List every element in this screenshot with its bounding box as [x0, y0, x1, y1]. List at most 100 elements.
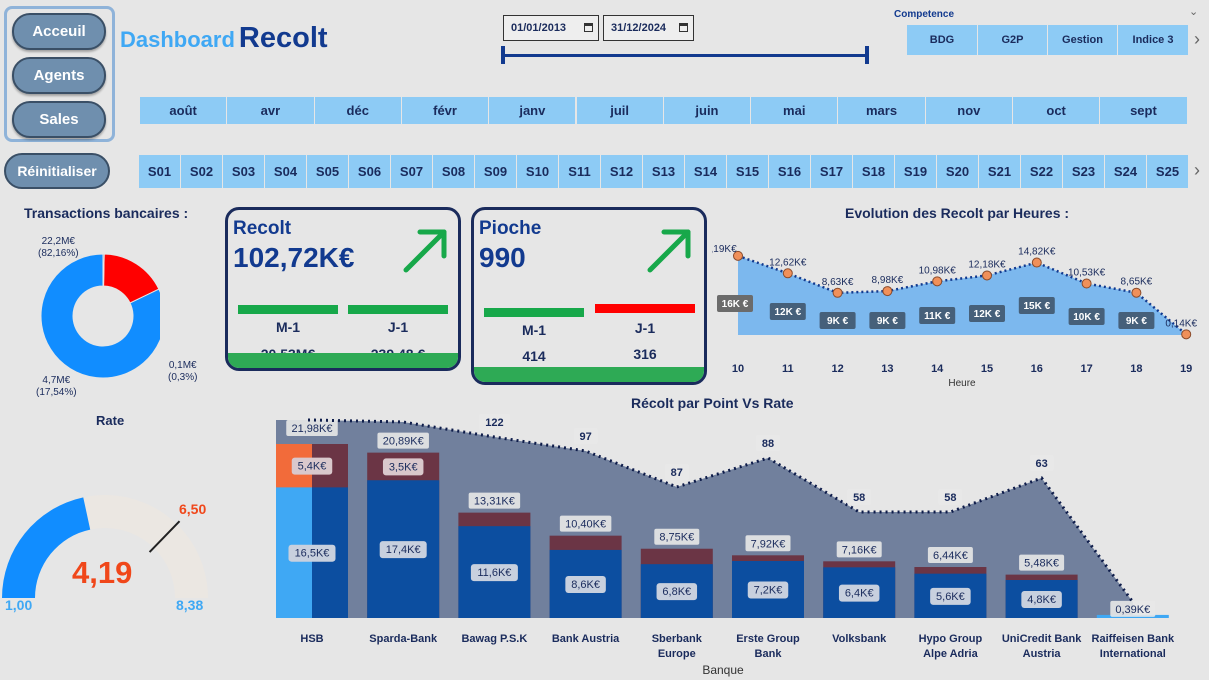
slider-end-handle[interactable]: [865, 46, 869, 64]
week-item[interactable]: S08: [433, 155, 474, 188]
hourly-value-label: 10,53K€: [1068, 268, 1106, 279]
hourly-point: [932, 276, 943, 287]
card-value: 102,72K€: [233, 242, 355, 273]
sales-button[interactable]: Sales: [12, 101, 106, 138]
month-item[interactable]: oct: [1013, 97, 1100, 124]
j1-bar: [595, 304, 695, 313]
slice-label-main: 22,2M€ (82,16%): [38, 236, 79, 259]
bar-category-label: HSB: [300, 633, 323, 645]
week-item[interactable]: S20: [937, 155, 978, 188]
calendar-icon[interactable]: [679, 23, 688, 32]
bar-category-label: Bank: [755, 648, 783, 660]
month-item[interactable]: janv: [489, 97, 576, 124]
week-item[interactable]: S24: [1105, 155, 1146, 188]
hourly-point: [1131, 287, 1142, 298]
trend-up-icon: [403, 229, 447, 273]
rate-label: 58: [853, 492, 865, 504]
month-item[interactable]: juin: [663, 97, 751, 124]
rate-label: 97: [579, 431, 591, 443]
month-item[interactable]: déc: [314, 97, 401, 124]
hourly-x-tick: 16: [1031, 363, 1043, 375]
accueil-button[interactable]: Acceuil: [12, 13, 106, 50]
hourly-value-label: 14,82K€: [1018, 247, 1056, 258]
hourly-box-label: 12K €: [774, 307, 801, 318]
week-item[interactable]: S11: [559, 155, 600, 188]
bar-value-label: 16,5K€: [295, 548, 330, 560]
bar-value-label: 8,6K€: [571, 579, 600, 591]
hourly-box-label: 9K €: [1126, 316, 1148, 327]
chevron-right-icon[interactable]: ›: [1194, 160, 1200, 181]
week-item[interactable]: S05: [307, 155, 348, 188]
j1-value: 316: [633, 346, 657, 362]
week-item[interactable]: S23: [1063, 155, 1104, 188]
month-item[interactable]: août: [140, 97, 227, 124]
month-item[interactable]: sept: [1100, 97, 1187, 124]
month-item[interactable]: avr: [227, 97, 314, 124]
bar-category-label: Raiffeisen Bank: [1092, 633, 1175, 645]
bar-category-label: Austria: [1023, 648, 1062, 660]
hourly-box-label: 10K €: [1073, 312, 1100, 323]
bar-category-label: UniCredit Bank: [1002, 633, 1082, 645]
bar-total-label: 10,40K€: [565, 519, 606, 531]
week-item[interactable]: S02: [181, 155, 222, 188]
bar-category-label: Europe: [658, 648, 696, 660]
hourly-box-label: 16K €: [722, 299, 749, 310]
bar-total-label: 0,39K€: [1115, 604, 1150, 616]
week-item[interactable]: S16: [769, 155, 810, 188]
chevron-right-icon[interactable]: ›: [1194, 29, 1200, 50]
week-item[interactable]: S18: [853, 155, 894, 188]
week-item[interactable]: S14: [685, 155, 726, 188]
week-item[interactable]: S17: [811, 155, 852, 188]
week-item[interactable]: S04: [265, 155, 306, 188]
month-item[interactable]: juil: [576, 97, 663, 124]
competence-item[interactable]: G2P: [978, 25, 1047, 55]
week-item[interactable]: S09: [475, 155, 516, 188]
week-item[interactable]: S15: [727, 155, 768, 188]
rate-label: 63: [1035, 458, 1047, 470]
competence-item[interactable]: BDG: [907, 25, 977, 55]
start-date-field[interactable]: 01/01/2013: [503, 15, 599, 41]
slider-start-handle[interactable]: [501, 46, 505, 64]
hourly-value-label: 8,98K€: [872, 275, 904, 286]
end-date-field[interactable]: 31/12/2024: [603, 15, 694, 41]
calendar-icon[interactable]: [584, 23, 593, 32]
agents-button[interactable]: Agents: [12, 57, 106, 94]
page-title-part1: Dashboard: [120, 27, 235, 52]
month-item[interactable]: nov: [925, 97, 1012, 124]
week-item[interactable]: S22: [1021, 155, 1062, 188]
week-item[interactable]: S21: [979, 155, 1020, 188]
month-item[interactable]: févr: [401, 97, 489, 124]
month-item[interactable]: mai: [751, 97, 838, 124]
week-item[interactable]: S03: [223, 155, 264, 188]
bar-total-label: 20,89K€: [383, 436, 424, 448]
card-footer: [474, 367, 704, 382]
week-item[interactable]: S12: [601, 155, 642, 188]
pioche-card: Pioche 990 M-1 J-1 414 316: [471, 207, 707, 385]
week-item[interactable]: S06: [349, 155, 390, 188]
reset-button[interactable]: Réinitialiser: [4, 153, 110, 189]
hourly-x-tick: 19: [1180, 363, 1192, 375]
rate-target: 6,50: [179, 501, 207, 517]
competence-item[interactable]: Gestion: [1048, 25, 1117, 55]
chevron-down-icon[interactable]: ⌄: [1189, 5, 1198, 18]
transactions-title: Transactions bancaires :: [24, 205, 189, 221]
month-item[interactable]: mars: [838, 97, 925, 124]
bank-chart: 21,98K€ 16,5K€ 5,4K€ HSB 20,89K€ 17,4K€ 3,5K€ S…: [276, 414, 1175, 677]
hourly-chart: 16,19K€ 12,62K€ 8,63K€ 8,98K€ 10,98K€ 12,18K€…: [712, 244, 1197, 389]
week-item[interactable]: S01: [139, 155, 180, 188]
bar-value-label: 17,4K€: [386, 544, 421, 556]
week-item[interactable]: S19: [895, 155, 936, 188]
week-item[interactable]: S07: [391, 155, 432, 188]
hourly-value-label: 16,19K€: [712, 244, 737, 255]
m1-bar: [238, 305, 338, 314]
m1-value: 414: [522, 348, 546, 364]
rate-label: 87: [671, 467, 683, 479]
week-item[interactable]: S25: [1147, 155, 1188, 188]
trend-up-icon: [647, 229, 691, 273]
bar-category-label: Bank Austria: [552, 633, 620, 645]
week-item[interactable]: S13: [643, 155, 684, 188]
week-item[interactable]: S10: [517, 155, 558, 188]
competence-item[interactable]: Indice 3: [1118, 25, 1188, 55]
date-range-slider[interactable]: [503, 54, 867, 57]
bar-category-label: Sberbank: [652, 633, 703, 645]
